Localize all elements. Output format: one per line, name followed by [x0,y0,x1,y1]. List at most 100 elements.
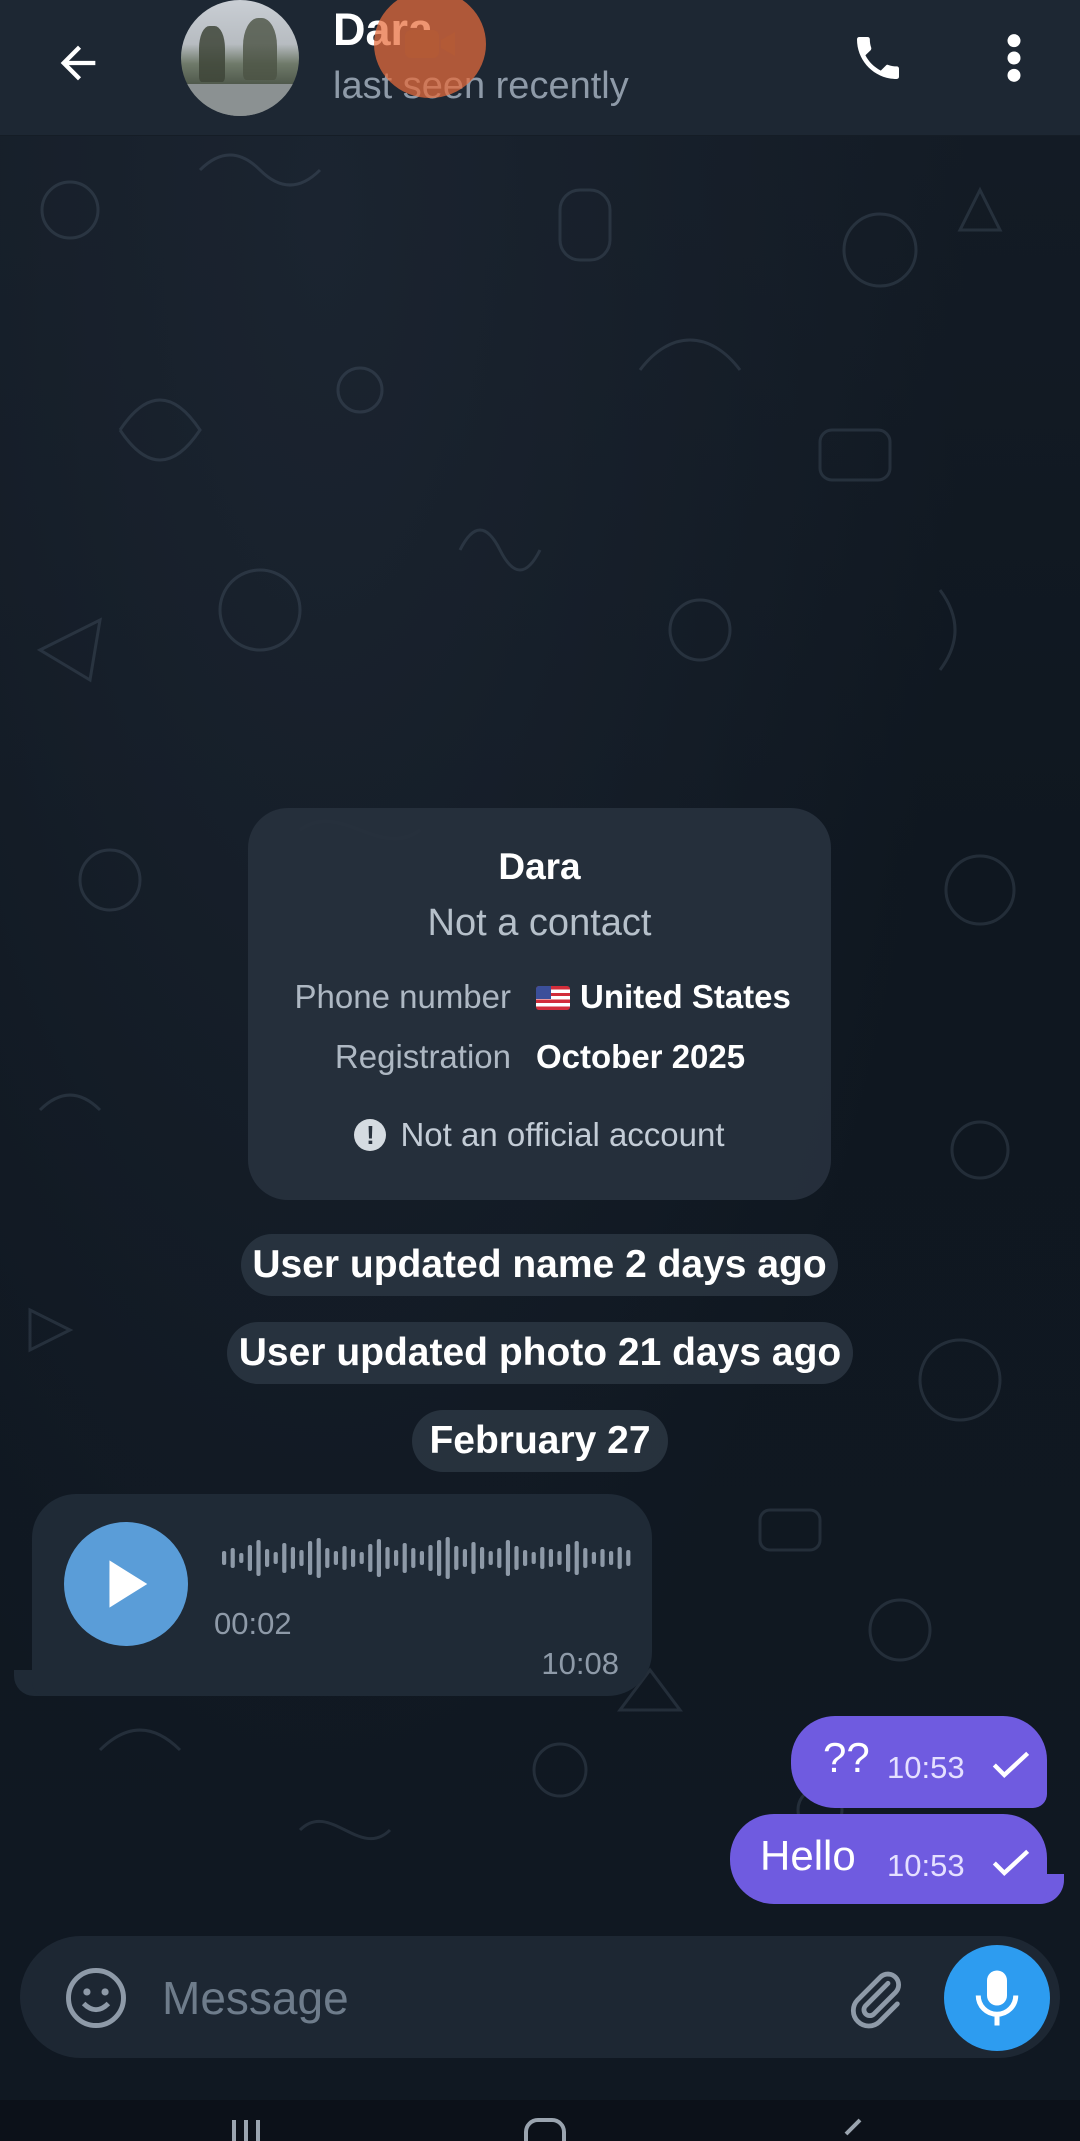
waveform-bar [299,1550,304,1566]
more-vert-icon [1007,34,1021,82]
waveform-bar [290,1547,295,1569]
info-card-status: Not a contact [427,902,652,944]
back-arrow-icon [60,45,96,81]
outgoing-message[interactable]: Hello 10:53 [730,1814,1047,1904]
message-time: 10:53 [887,1750,965,1785]
last-seen-status: last seen recently [333,65,629,107]
waveform-bar [437,1540,442,1576]
more-options-button[interactable] [976,20,1052,96]
emoji-button[interactable] [58,1960,134,2036]
avatar[interactable] [181,0,299,116]
attach-button[interactable] [838,1960,914,2036]
recents-icon[interactable] [228,2114,264,2141]
system-nav-bar [0,2100,1080,2141]
waveform-bar [402,1543,407,1573]
attach-icon [850,1971,901,2029]
voice-waveform[interactable] [222,1536,652,1580]
waveform-bar [411,1548,416,1568]
call-button[interactable] [840,20,916,96]
waveform-bar [385,1547,390,1569]
info-icon: ! [354,1119,387,1151]
message-text: ?? [823,1734,870,1781]
avatar-photo-tree [243,18,277,80]
phone-number-label: Phone number [294,978,511,1015]
info-card-name: Dara [498,846,581,887]
waveform-bar [394,1550,399,1566]
official-account-note: ! Not an official account [248,1116,831,1154]
waveform-bar [505,1540,510,1576]
waveform-bar [566,1544,571,1572]
us-flag-icon [536,986,570,1010]
waveform-bar [574,1541,579,1575]
waveform-bar [325,1548,330,1568]
incoming-voice-message[interactable]: 00:02 10:08 [32,1494,652,1696]
waveform-bar [359,1552,364,1564]
waveform-bar [376,1539,381,1577]
waveform-bar [419,1551,424,1565]
waveform-bar [591,1552,596,1564]
waveform-bar [333,1551,338,1565]
waveform-bar [308,1541,313,1575]
waveform-bar [557,1551,562,1565]
waveform-bar [626,1550,631,1566]
waveform-bar [247,1545,252,1571]
waveform-bar [480,1547,485,1569]
message-composer [20,1936,1060,2058]
registration-value: October 2025 [536,1038,746,1075]
message-text: Hello [760,1832,856,1879]
waveform-bar [282,1543,287,1573]
message-time: 10:53 [887,1848,965,1883]
waveform-bar [445,1537,450,1579]
waveform-bar [523,1550,528,1566]
waveform-bar [368,1544,373,1572]
waveform-bar [617,1547,622,1569]
voice-duration: 00:02 [214,1606,292,1641]
date-divider: February 27 [412,1410,668,1472]
message-input[interactable] [160,1964,764,2032]
waveform-bar [609,1551,614,1565]
play-icon [109,1560,148,1608]
check-icon [992,1751,1030,1779]
waveform-bar [454,1546,459,1570]
official-note-text: Not an official account [400,1116,725,1153]
avatar-photo-tree [199,26,225,82]
waveform-bar [351,1549,356,1567]
avatar-photo-ground [181,84,299,116]
waveform-bar [462,1549,467,1567]
emoji-icon [66,1968,126,2028]
outgoing-message[interactable]: ?? 10:53 [791,1716,1047,1808]
waveform-bar [222,1551,227,1565]
waveform-bar [316,1538,321,1578]
waveform-bar [600,1549,605,1567]
message-time: 10:08 [541,1646,619,1681]
voice-record-button[interactable] [944,1945,1050,2051]
waveform-bar [531,1552,536,1564]
contact-info-card: Dara Not a contact Phone number United S… [248,808,831,1200]
waveform-bar [488,1551,493,1565]
chat-header: Dara last seen recently [0,0,1080,136]
service-message-photo-update: User updated photo 21 days ago [227,1322,853,1384]
waveform-bar [548,1549,553,1567]
service-message-name-update: User updated name 2 days ago [241,1234,838,1296]
phone-number-value: United States [536,978,791,1016]
phone-country: United States [580,978,791,1015]
play-button[interactable] [64,1522,188,1646]
waveform-bar [239,1553,244,1563]
video-call-icon [405,30,455,58]
waveform-bar [514,1546,519,1570]
waveform-bar [230,1548,235,1568]
registration-label: Registration [334,1038,511,1075]
mic-icon [975,1970,1019,2026]
nav-back-icon[interactable] [836,2114,866,2141]
home-icon[interactable] [520,2114,570,2141]
waveform-bar [471,1542,476,1574]
waveform-bar [497,1548,502,1568]
waveform-bar [428,1545,433,1571]
back-button[interactable] [40,25,116,101]
waveform-bar [273,1552,278,1564]
waveform-bar [540,1547,545,1569]
waveform-bar [265,1549,270,1567]
check-icon [992,1849,1030,1877]
waveform-bar [342,1546,347,1570]
waveform-bar [583,1548,588,1568]
